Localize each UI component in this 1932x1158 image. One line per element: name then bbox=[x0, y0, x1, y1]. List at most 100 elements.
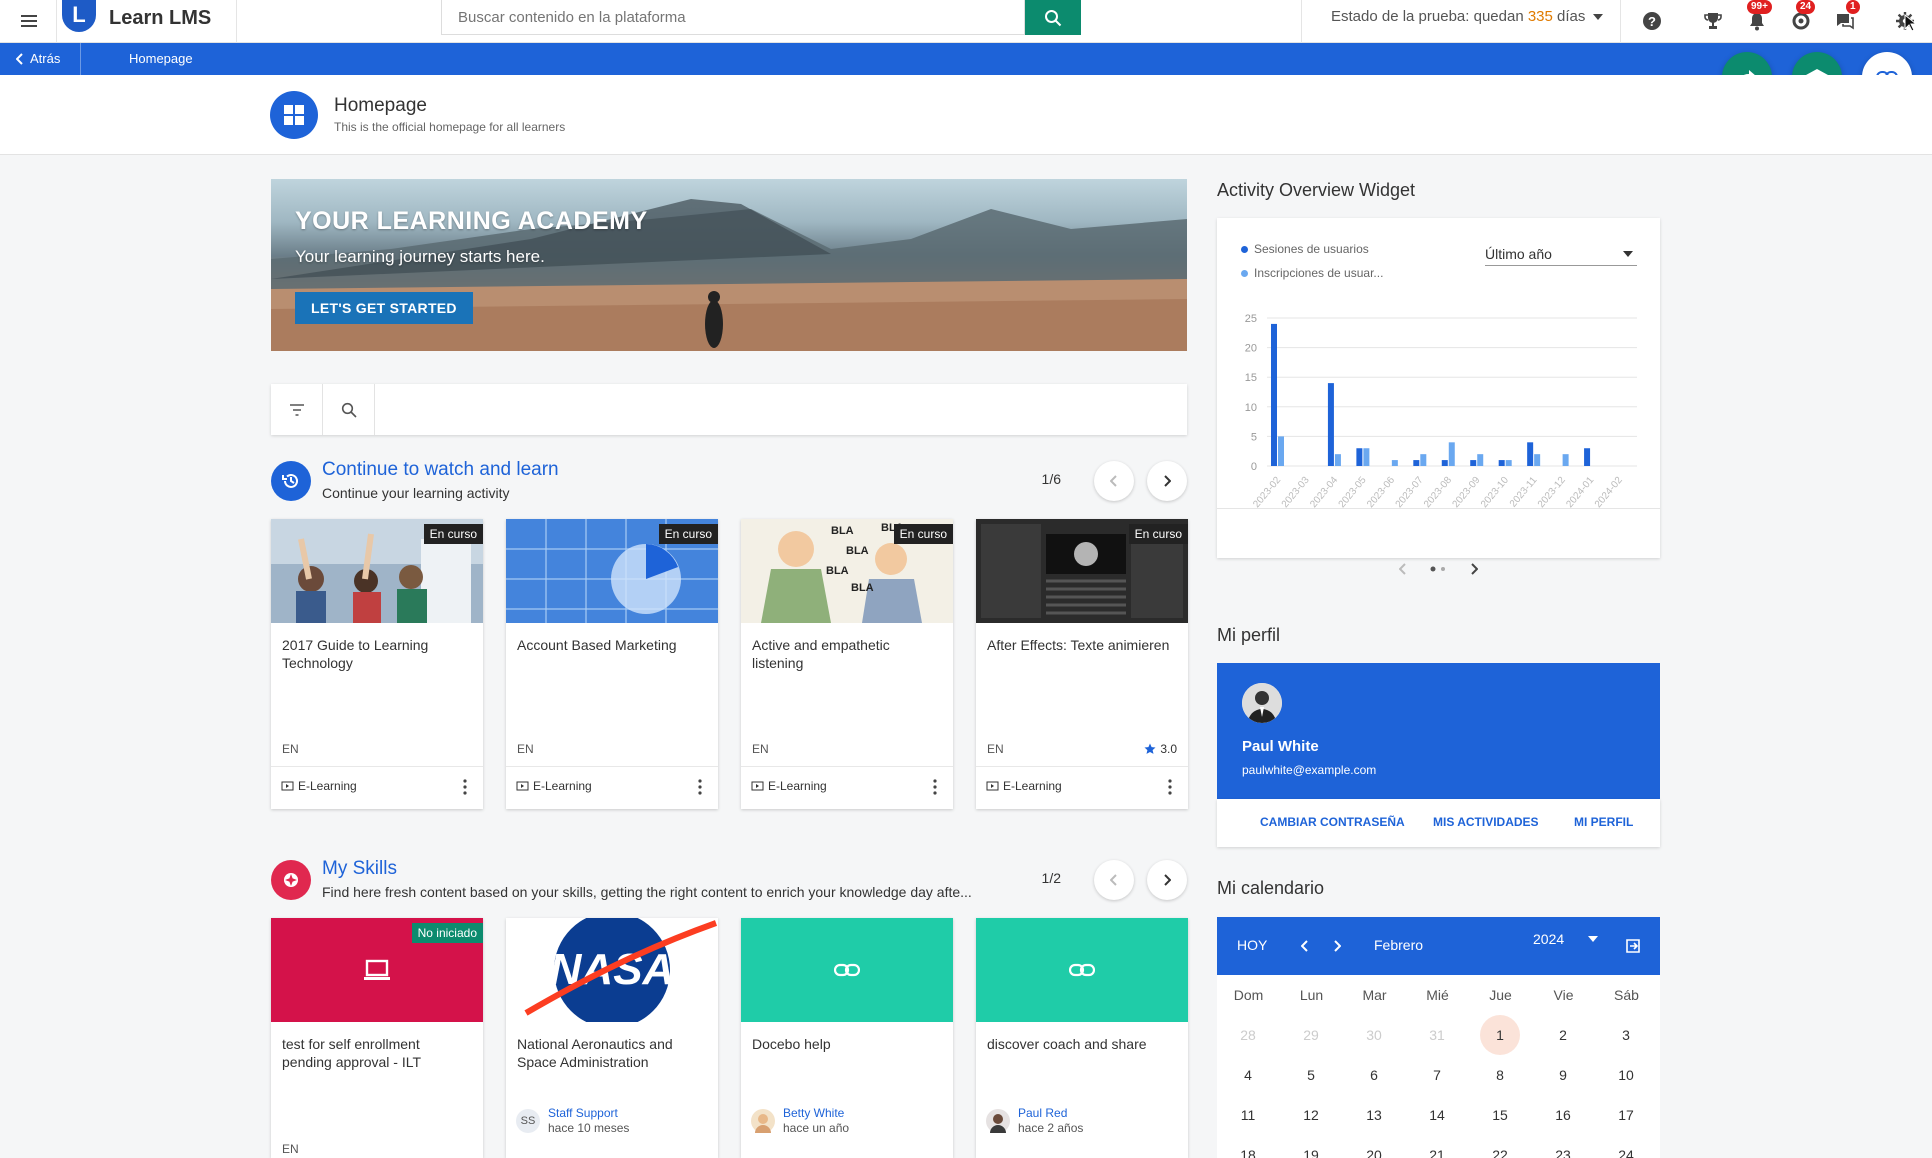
back-button[interactable]: Atrás bbox=[16, 51, 60, 66]
calendar-day[interactable]: 19 bbox=[1291, 1135, 1331, 1158]
card-title[interactable]: Active and empathetic listening bbox=[752, 636, 942, 672]
card-title[interactable]: discover coach and share bbox=[987, 1035, 1177, 1053]
course-card[interactable]: En curso Account Based Marketing EN E-Le… bbox=[506, 519, 718, 809]
calendar-day[interactable]: 20 bbox=[1354, 1135, 1394, 1158]
more-vertical-icon[interactable] bbox=[1168, 779, 1172, 795]
content-card[interactable]: discover coach and share Paul Red hace 2… bbox=[976, 918, 1188, 1158]
card-type: E-Learning bbox=[986, 779, 1062, 793]
more-vertical-icon[interactable] bbox=[463, 779, 467, 795]
section-subtitle: Find here fresh content based on your sk… bbox=[322, 884, 972, 900]
author-name[interactable]: Paul Red bbox=[1018, 1106, 1083, 1121]
caret-down-icon[interactable] bbox=[1588, 936, 1598, 942]
author-name[interactable]: Staff Support bbox=[548, 1106, 629, 1121]
section-title[interactable]: My Skills bbox=[322, 858, 397, 880]
content-card[interactable]: Docebo help Betty White hace un año bbox=[741, 918, 953, 1158]
calendar-day[interactable]: 3 bbox=[1606, 1015, 1646, 1055]
card-title[interactable]: Account Based Marketing bbox=[517, 636, 707, 654]
chevron-right-icon[interactable] bbox=[1470, 563, 1478, 575]
calendar-day[interactable]: 10 bbox=[1606, 1055, 1646, 1095]
bar-enrollments bbox=[1391, 460, 1398, 466]
course-card[interactable]: No iniciado test for self enrollment pen… bbox=[271, 918, 483, 1158]
more-vertical-icon[interactable] bbox=[933, 779, 937, 795]
open-calendar-icon[interactable] bbox=[1625, 938, 1641, 954]
author-time: hace un año bbox=[783, 1121, 850, 1135]
calendar-day[interactable]: 18 bbox=[1228, 1135, 1268, 1158]
trophy-icon[interactable] bbox=[1702, 10, 1724, 32]
author-name[interactable]: Betty White bbox=[783, 1106, 849, 1121]
my-profile-link[interactable]: MI PERFIL bbox=[1574, 815, 1633, 829]
x-tick-label: 2023-04 bbox=[1308, 475, 1340, 511]
x-tick-label: 2023-11 bbox=[1508, 475, 1540, 510]
search-input[interactable] bbox=[442, 0, 1024, 34]
legend-item[interactable]: Sesiones de usuarios bbox=[1241, 242, 1369, 256]
next-page-button[interactable] bbox=[1147, 860, 1187, 900]
more-vertical-icon[interactable] bbox=[698, 779, 702, 795]
menu-icon[interactable] bbox=[18, 10, 40, 32]
course-card[interactable]: En curso 2017 Guide to Learning Technolo… bbox=[271, 519, 483, 809]
calendar-day[interactable]: 22 bbox=[1480, 1135, 1520, 1158]
calendar-day-today[interactable]: 1 bbox=[1480, 1015, 1520, 1055]
calendar-year[interactable]: 2024 bbox=[1533, 931, 1564, 947]
today-button[interactable]: HOY bbox=[1237, 937, 1267, 953]
course-card[interactable]: BLA BLA BLA BLA BLA En curso Active and empa… bbox=[741, 519, 953, 809]
content-card[interactable]: NASA National Aeronautics and Space Admi… bbox=[506, 918, 718, 1158]
card-title[interactable]: test for self enrollment pending approva… bbox=[282, 1035, 472, 1071]
calendar-day[interactable]: 15 bbox=[1480, 1095, 1520, 1135]
calendar-day[interactable]: 7 bbox=[1417, 1055, 1457, 1095]
card-title[interactable]: 2017 Guide to Learning Technology bbox=[282, 636, 472, 672]
app-brand[interactable]: Learn LMS bbox=[109, 7, 211, 30]
next-page-button[interactable] bbox=[1147, 461, 1187, 501]
card-title[interactable]: After Effects: Texte animieren bbox=[987, 636, 1177, 654]
calendar-day[interactable]: 23 bbox=[1543, 1135, 1583, 1158]
calendar-day[interactable]: 28 bbox=[1228, 1015, 1268, 1055]
card-title[interactable]: Docebo help bbox=[752, 1035, 942, 1053]
change-password-link[interactable]: CAMBIAR CONTRASEÑA bbox=[1260, 815, 1405, 829]
filter-button[interactable] bbox=[271, 384, 323, 435]
prev-page-button[interactable] bbox=[1094, 461, 1134, 501]
calendar-day[interactable]: 9 bbox=[1543, 1055, 1583, 1095]
chevron-right-icon[interactable] bbox=[1333, 940, 1341, 952]
catalog-filter-bar bbox=[271, 384, 1187, 435]
app-logo-icon[interactable]: L bbox=[62, 0, 96, 32]
catalog-search-button[interactable] bbox=[323, 384, 375, 435]
calendar-day[interactable]: 5 bbox=[1291, 1055, 1331, 1095]
search-field[interactable] bbox=[441, 0, 1025, 35]
card-title[interactable]: National Aeronautics and Space Administr… bbox=[517, 1035, 707, 1071]
calendar-day[interactable]: 17 bbox=[1606, 1095, 1646, 1135]
legend-dot bbox=[1241, 269, 1248, 277]
calendar-day[interactable]: 2 bbox=[1543, 1015, 1583, 1055]
chevron-left-icon[interactable] bbox=[1399, 563, 1407, 575]
calendar-day[interactable]: 21 bbox=[1417, 1135, 1457, 1158]
bar-sessions bbox=[1470, 460, 1477, 466]
prev-page-button[interactable] bbox=[1094, 860, 1134, 900]
course-card[interactable]: En curso After Effects: Texte animieren … bbox=[976, 519, 1188, 809]
chevron-left-icon[interactable] bbox=[1301, 940, 1309, 952]
get-started-button[interactable]: LET'S GET STARTED bbox=[295, 292, 473, 324]
calendar-day[interactable]: 16 bbox=[1543, 1095, 1583, 1135]
search-button[interactable] bbox=[1025, 0, 1081, 35]
calendar-day[interactable]: 31 bbox=[1417, 1015, 1457, 1055]
help-icon[interactable]: ? bbox=[1641, 10, 1663, 32]
calendar-day[interactable]: 24 bbox=[1606, 1135, 1646, 1158]
dashboard-icon bbox=[270, 91, 318, 139]
weekday-label: Vie bbox=[1553, 987, 1574, 1003]
calendar-day[interactable]: 6 bbox=[1354, 1055, 1394, 1095]
calendar-day[interactable]: 14 bbox=[1417, 1095, 1457, 1135]
calendar-day[interactable]: 29 bbox=[1291, 1015, 1331, 1055]
legend-item[interactable]: Inscripciones de usuar... bbox=[1241, 266, 1383, 280]
hero-title: YOUR LEARNING ACADEMY bbox=[295, 207, 648, 235]
period-select[interactable]: Último año bbox=[1485, 242, 1637, 266]
calendar-day[interactable]: 4 bbox=[1228, 1055, 1268, 1095]
my-activities-link[interactable]: MIS ACTIVIDADES bbox=[1433, 815, 1539, 829]
trial-status[interactable]: Estado de la prueba: quedan 335 días bbox=[1331, 8, 1603, 25]
calendar-day[interactable]: 11 bbox=[1228, 1095, 1268, 1135]
section-title[interactable]: Continue to watch and learn bbox=[322, 459, 559, 481]
calendar-day[interactable]: 8 bbox=[1480, 1055, 1520, 1095]
x-tick-label: 2024-02 bbox=[1593, 475, 1625, 511]
avatar[interactable] bbox=[1242, 683, 1282, 723]
calendar-day[interactable]: 12 bbox=[1291, 1095, 1331, 1135]
calendar-day[interactable]: 13 bbox=[1354, 1095, 1394, 1135]
bar-sessions bbox=[1527, 442, 1534, 466]
calendar-day[interactable]: 30 bbox=[1354, 1015, 1394, 1055]
calendar-month[interactable]: Febrero bbox=[1374, 937, 1423, 953]
